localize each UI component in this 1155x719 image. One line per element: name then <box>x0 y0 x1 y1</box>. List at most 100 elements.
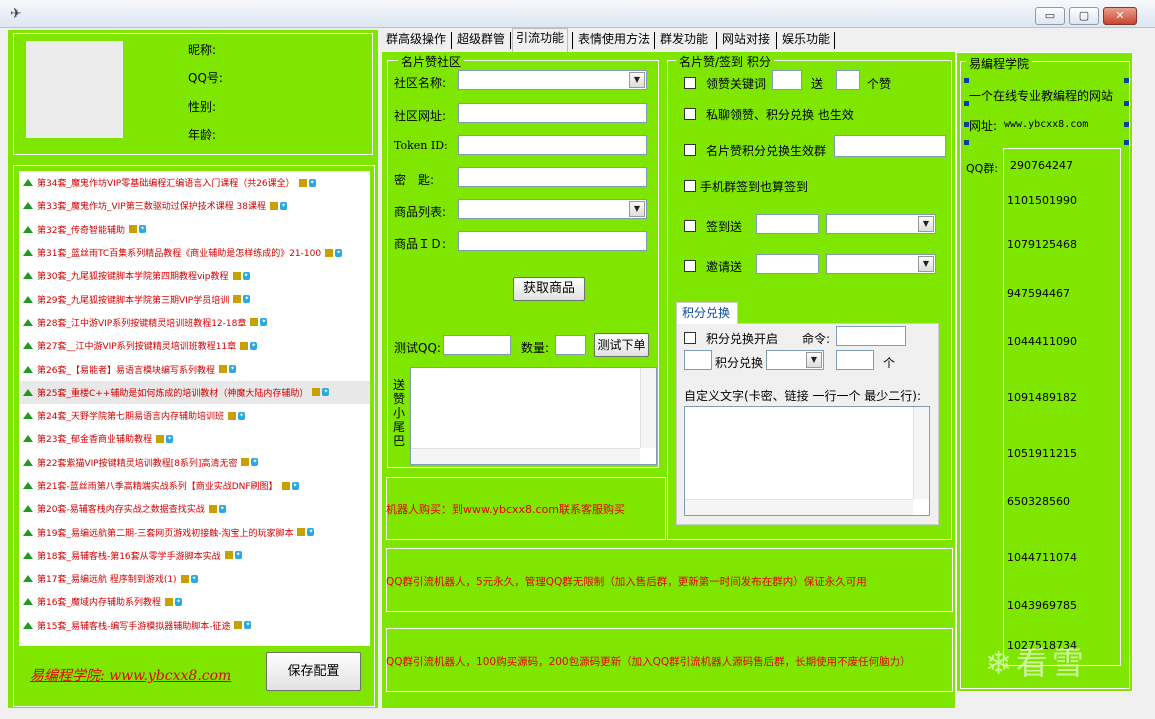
vertical-scrollbar[interactable] <box>640 368 656 448</box>
exchange-group-input[interactable] <box>834 135 946 157</box>
tab-separator <box>572 32 573 49</box>
chevron-down-icon[interactable]: ▼ <box>918 256 934 272</box>
list-item[interactable]: 第23套_郁金香商业辅助教程 ✦ <box>19 427 370 450</box>
signin-send-select[interactable]: ▼ <box>826 214 936 234</box>
goods-list-select[interactable]: ▼ <box>458 199 647 219</box>
chevron-down-icon[interactable]: ▼ <box>806 352 822 368</box>
new-badge-icon: ✦ <box>242 271 250 280</box>
exchange-group-label: 名片赞积分兑换生效群 <box>706 144 827 158</box>
secret-key-input[interactable] <box>458 167 647 187</box>
list-item[interactable]: 第29套_九尾狐按键脚本学院第三期VIP学员培训 ✦ <box>19 287 370 310</box>
exchange-group-checkbox[interactable] <box>684 144 696 156</box>
new-badge-icon: ✦ <box>291 481 299 490</box>
test-order-button[interactable]: 测试下单 <box>594 333 649 357</box>
like-count-input[interactable] <box>836 70 860 90</box>
keyword-checkbox[interactable] <box>684 77 696 89</box>
custom-text-textarea[interactable] <box>684 406 930 516</box>
list-item[interactable]: 第21套-蓝丝雨第八季高精端实战系列【商业实战DNF刷图】 ✦ <box>19 474 370 497</box>
quantity-input[interactable] <box>555 335 586 355</box>
snowflake-icon: ❄ <box>985 644 1016 682</box>
list-item[interactable]: 第27套__江中游VIP系列按键精灵培训班教程11章 ✦ <box>19 334 370 357</box>
chevron-down-icon[interactable]: ▼ <box>629 201 645 217</box>
list-item[interactable]: 第26套_【易能者】易语言模块编写系列教程 ✦ <box>19 357 370 380</box>
tab-group-advanced[interactable]: 群高级操作 <box>383 30 449 51</box>
list-item[interactable]: 第28套_江中游VIP系列按键精灵培训班教程12-18章 ✦ <box>19 311 370 334</box>
list-item[interactable]: 第25套_重楼C++辅助是如何炼成的培训教材（神魔大陆内存辅助） ✦ <box>19 380 370 404</box>
invite-send-checkbox[interactable] <box>684 260 696 272</box>
points-exchange-select[interactable]: ▼ <box>766 350 824 370</box>
tab-mass-send[interactable]: 群发功能 <box>657 30 711 51</box>
command-input[interactable] <box>836 326 906 346</box>
community-url-input[interactable] <box>458 103 647 123</box>
new-badge-icon: ✦ <box>234 551 242 560</box>
tab-traffic[interactable]: 引流功能 <box>512 28 569 52</box>
community-name-select[interactable]: ▼ <box>458 70 647 90</box>
qq-group-number: 1079125468 <box>1007 238 1077 251</box>
arrow-up-icon <box>23 272 33 280</box>
keyword-input[interactable] <box>772 70 802 90</box>
list-item[interactable]: 第18套_易辅客栈-第16套从零学手游脚本实战 ✦ <box>19 544 370 567</box>
academy-url[interactable]: www.ybcxx8.com <box>1004 119 1088 130</box>
new-badge-icon: ✦ <box>243 295 251 304</box>
list-item[interactable]: 第33套_魔鬼作坊_VIP第三数驱动过保护技术课程 38课程 ✦ <box>19 194 370 217</box>
save-config-button[interactable]: 保存配置 <box>266 652 361 691</box>
minimize-button[interactable]: ▭ <box>1035 7 1065 25</box>
list-item[interactable]: 第34套_魔鬼作坊VIP零基础编程汇编语言入门课程（共26课全） ✦ <box>19 171 370 194</box>
signin-send-input[interactable] <box>756 214 819 234</box>
tab-website[interactable]: 网站对接 <box>719 30 773 51</box>
list-item[interactable]: 第30套_九尾狐按键脚本学院第四期教程vip教程 ✦ <box>19 264 370 287</box>
keyword-label: 领赞关键词 <box>706 77 767 91</box>
invite-send-select[interactable]: ▼ <box>826 254 936 274</box>
list-item[interactable]: 第32套_传奇智能辅助 ✦ <box>19 218 370 241</box>
list-item[interactable]: 第20套-易辅客栈内存实战之数据查找实战 ✦ <box>19 497 370 520</box>
list-item[interactable]: 第31套_蓝丝雨TC百集系列精品教程《商业辅助是怎样练成的》21-100 ✦ <box>19 241 370 264</box>
list-item[interactable]: 第19套_易编远航第二期-三套网页游戏初接触-淘宝上的玩家脚本 ✦ <box>19 520 370 543</box>
test-qq-input[interactable] <box>443 335 511 355</box>
phone-signin-checkbox[interactable] <box>684 180 696 192</box>
maximize-button[interactable]: ▢ <box>1069 7 1099 25</box>
tab-super-admin[interactable]: 超级群管 <box>454 30 508 51</box>
list-item[interactable]: 第17套_易编远航 程序制到游戏(1) ✦ <box>19 567 370 590</box>
quantity-label: 数量: <box>521 341 550 355</box>
horizontal-scrollbar[interactable] <box>685 499 913 515</box>
signin-send-label: 签到送 <box>706 220 743 234</box>
new-badge-icon: ✦ <box>190 574 198 583</box>
fetch-goods-button[interactable]: 获取商品 <box>513 277 585 301</box>
invite-send-input[interactable] <box>756 254 819 274</box>
private-label: 私聊领赞、积分兑换 也生效 <box>706 108 854 122</box>
list-item[interactable]: 第15套_易辅客栈-编写手游模拟器辅助脚本-征途 ✦ <box>19 614 370 637</box>
new-badge-icon: ✦ <box>307 528 315 537</box>
list-item[interactable]: 第16套_魔域内存辅助系列教程 ✦ <box>19 590 370 613</box>
qq-group-number: 1043969785 <box>1007 599 1077 612</box>
new-badge-icon: ✦ <box>165 434 173 443</box>
points-amount-input[interactable] <box>684 350 712 370</box>
vertical-scrollbar[interactable] <box>913 407 929 499</box>
arrow-up-icon <box>23 412 33 420</box>
tag-icon <box>233 295 242 304</box>
tail-textarea[interactable] <box>410 367 657 465</box>
tag-icon <box>240 341 249 350</box>
tab-emoji-usage[interactable]: 表情使用方法 <box>575 30 653 51</box>
tab-entertainment[interactable]: 娱乐功能 <box>779 30 833 51</box>
points-count-input[interactable] <box>836 350 874 370</box>
site-link[interactable]: 易编程学院: www.ybcxx8.com <box>30 665 231 685</box>
list-item[interactable]: 第24套_天野学院第七期易语言内存辅助培训班 ✦ <box>19 404 370 427</box>
horizontal-scrollbar[interactable] <box>411 448 640 464</box>
goods-id-input[interactable] <box>458 231 647 251</box>
points-enable-checkbox[interactable] <box>684 332 696 344</box>
chevron-down-icon[interactable]: ▼ <box>629 72 645 88</box>
course-list[interactable]: 第34套_魔鬼作坊VIP零基础编程汇编语言入门课程（共26课全） ✦ 第33套_魔鬼… <box>19 171 370 646</box>
arrow-up-icon <box>23 295 33 303</box>
list-item[interactable]: 第22套紫猫VIP按键精灵培训教程[8系列]高清无密 ✦ <box>19 451 370 474</box>
signin-send-checkbox[interactable] <box>684 220 696 232</box>
close-button[interactable]: ✕ <box>1103 7 1137 25</box>
tab-separator <box>716 32 717 49</box>
private-checkbox[interactable] <box>684 108 696 120</box>
test-qq-label: 测试QQ: <box>394 341 441 355</box>
arrow-up-icon <box>23 458 33 466</box>
tab-points-exchange[interactable]: 积分兑换 <box>676 302 738 324</box>
qq-group-number: 1044411090 <box>1007 335 1077 348</box>
chevron-down-icon[interactable]: ▼ <box>918 216 934 232</box>
course-title: 第28套_江中游VIP系列按键精灵培训班教程12-18章 <box>37 318 247 329</box>
token-id-input[interactable] <box>458 135 647 155</box>
